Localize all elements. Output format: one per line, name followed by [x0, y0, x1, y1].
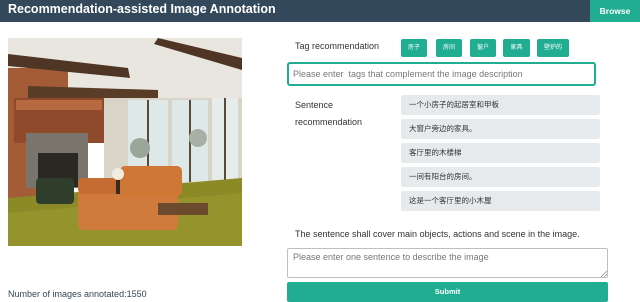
sentence-suggestion[interactable]: 大窗户旁边的家具。: [401, 119, 600, 139]
tag-chip[interactable]: 房间: [436, 39, 462, 57]
submit-button[interactable]: Submit: [287, 282, 608, 302]
sentence-suggestion[interactable]: 一个小房子的起居室和甲板: [401, 95, 600, 115]
tag-input[interactable]: [289, 64, 594, 84]
annotation-guideline: The sentence shall cover main objects, a…: [295, 229, 580, 239]
sentence-suggestion[interactable]: 这是一个客厅里的小木屋: [401, 191, 600, 211]
tag-chip[interactable]: 窗户: [470, 39, 496, 57]
sentence-input[interactable]: [287, 248, 608, 278]
sentence-suggestion[interactable]: 客厅里的木楼梯: [401, 143, 600, 163]
sentence-recommendation-label: Sentence recommendation: [295, 100, 363, 127]
images-annotated-count: Number of images annotated:1550: [8, 289, 147, 299]
tag-recommendation-label: Tag recommendation: [295, 41, 380, 51]
browse-button[interactable]: Browse: [590, 0, 640, 22]
tag-chip[interactable]: 房子: [401, 39, 427, 57]
sentence-suggestion[interactable]: 一间有阳台的房间。: [401, 167, 600, 187]
annotation-image: [8, 38, 242, 246]
tag-input-wrapper: [287, 62, 596, 86]
app-title: Recommendation-assisted Image Annotation: [8, 2, 276, 16]
tag-chip[interactable]: 家具: [503, 39, 530, 57]
app-header: Recommendation-assisted Image Annotation…: [0, 0, 640, 22]
tag-chip[interactable]: 壁炉的: [537, 39, 569, 57]
